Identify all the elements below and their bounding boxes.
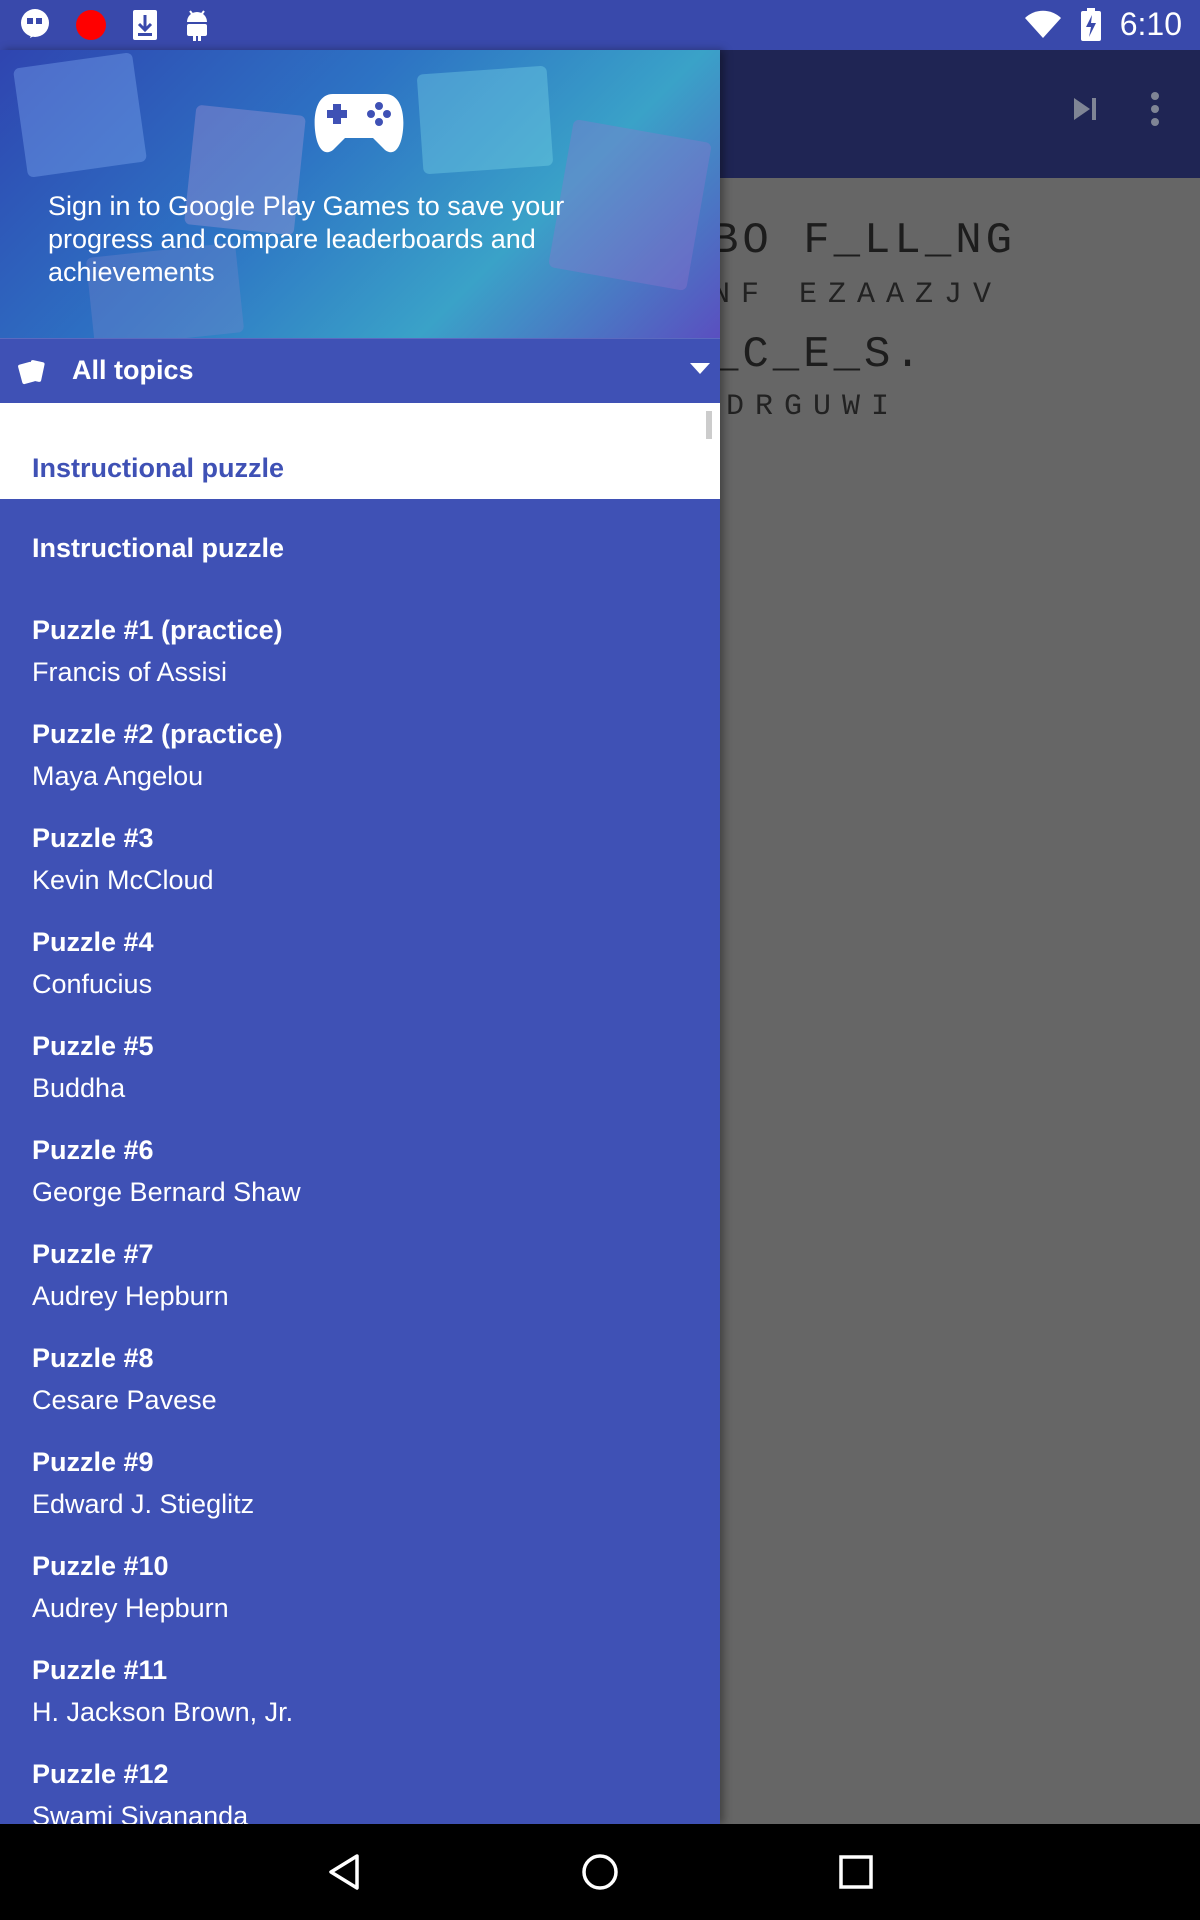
- hangouts-icon: [21, 9, 49, 38]
- header-decoration: [12, 52, 148, 178]
- list-item-subtitle: Maya Angelou: [32, 761, 204, 791]
- list-item[interactable]: Puzzle #5 Buddha: [0, 1001, 720, 1105]
- battery-charging-icon: [1080, 7, 1101, 41]
- topic-selector[interactable]: All topics: [0, 338, 720, 403]
- list-item-subtitle: Buddha: [32, 1073, 126, 1103]
- list-item-title: Puzzle #7: [32, 1239, 154, 1269]
- list-item-title: Puzzle #3: [32, 823, 154, 853]
- scrollbar[interactable]: [706, 411, 712, 439]
- list-item[interactable]: Puzzle #7 Audrey Hepburn: [0, 1209, 720, 1313]
- gamepad-icon: [314, 94, 404, 153]
- dropdown-arrow-icon: [690, 363, 710, 374]
- home-icon[interactable]: [580, 1852, 620, 1892]
- sign-in-prompt[interactable]: Sign in to Google Play Games to save you…: [48, 190, 668, 289]
- list-item[interactable]: Puzzle #8 Cesare Pavese: [0, 1313, 720, 1417]
- status-bar: 6:10: [0, 0, 1200, 50]
- notification-icons: [18, 8, 212, 42]
- list-item[interactable]: Puzzle #12 Swami Sivananda: [0, 1729, 720, 1824]
- list-item-title: Puzzle #9: [32, 1447, 154, 1477]
- list-item-title: Puzzle #8: [32, 1343, 154, 1373]
- list-item-title: Puzzle #12: [32, 1759, 169, 1789]
- android-icon: [187, 10, 207, 41]
- list-item[interactable]: Puzzle #4 Confucius: [0, 897, 720, 1001]
- list-item-title: Puzzle #11: [32, 1655, 168, 1685]
- puzzle-line-2: NF EZAAZJV: [712, 278, 1003, 312]
- list-item-selected[interactable]: Instructional puzzle: [0, 403, 720, 499]
- list-item-subtitle: Cesare Pavese: [32, 1385, 217, 1415]
- list-item-subtitle: Confucius: [32, 969, 153, 999]
- clock: 6:10: [1119, 6, 1182, 42]
- list-item-subtitle: Swami Sivananda: [32, 1801, 249, 1824]
- list-item[interactable]: Instructional puzzle: [0, 499, 720, 585]
- header-decoration: [416, 65, 554, 175]
- list-item-title: Puzzle #2 (practice): [32, 719, 283, 749]
- wifi-icon: [1024, 10, 1061, 38]
- list-item[interactable]: Puzzle #2 (practice) Maya Angelou: [0, 689, 720, 793]
- list-item-title: Puzzle #1 (practice): [32, 615, 283, 645]
- skip-next-icon[interactable]: [1070, 94, 1100, 124]
- list-item-subtitle: Kevin McCloud: [32, 865, 214, 895]
- list-item-subtitle: H. Jackson Brown, Jr.: [32, 1697, 294, 1727]
- list-item-subtitle: Edward J. Stieglitz: [32, 1489, 255, 1519]
- topic-selector-label: All topics: [72, 355, 194, 385]
- list-item[interactable]: Puzzle #9 Edward J. Stieglitz: [0, 1417, 720, 1521]
- download-icon: [133, 10, 157, 40]
- list-item-subtitle: George Bernard Shaw: [32, 1177, 301, 1207]
- list-item[interactable]: Puzzle #11 H. Jackson Brown, Jr.: [0, 1625, 720, 1729]
- puzzle-line-3: _C_E_S.: [712, 330, 925, 380]
- system-indicators: 6:10: [1024, 6, 1182, 43]
- list-item-title: Puzzle #10: [32, 1551, 169, 1581]
- list-item-subtitle: Audrey Hepburn: [32, 1593, 229, 1623]
- back-icon[interactable]: [325, 1852, 365, 1892]
- list-item-title: Puzzle #4: [32, 927, 154, 957]
- list-item-title: Puzzle #6: [32, 1135, 154, 1165]
- list-item[interactable]: Puzzle #3 Kevin McCloud: [0, 793, 720, 897]
- list-item-title: Instructional puzzle: [32, 533, 285, 563]
- list-item-title: Instructional puzzle: [32, 453, 285, 483]
- more-vert-icon[interactable]: [1150, 92, 1160, 126]
- puzzle-list: Instructional puzzle Instructional puzzl…: [0, 403, 720, 1824]
- puzzle-line-1: BO F_LL_NG: [712, 216, 1017, 266]
- list-item-title: Puzzle #5: [32, 1031, 154, 1061]
- list-item[interactable]: Puzzle #1 (practice) Francis of Assisi: [0, 585, 720, 689]
- system-nav-bar: [0, 1824, 1200, 1920]
- record-icon: [76, 10, 106, 40]
- list-item[interactable]: Puzzle #6 George Bernard Shaw: [0, 1105, 720, 1209]
- navigation-drawer: Sign in to Google Play Games to save you…: [0, 50, 720, 1824]
- list-item[interactable]: Puzzle #10 Audrey Hepburn: [0, 1521, 720, 1625]
- puzzle-line-4: DRGUWI: [726, 390, 901, 424]
- recents-icon[interactable]: [836, 1852, 876, 1892]
- cards-icon: [18, 360, 45, 385]
- list-item-subtitle: Francis of Assisi: [32, 657, 228, 687]
- drawer-header[interactable]: Sign in to Google Play Games to save you…: [0, 50, 720, 338]
- list-item-subtitle: Audrey Hepburn: [32, 1281, 229, 1311]
